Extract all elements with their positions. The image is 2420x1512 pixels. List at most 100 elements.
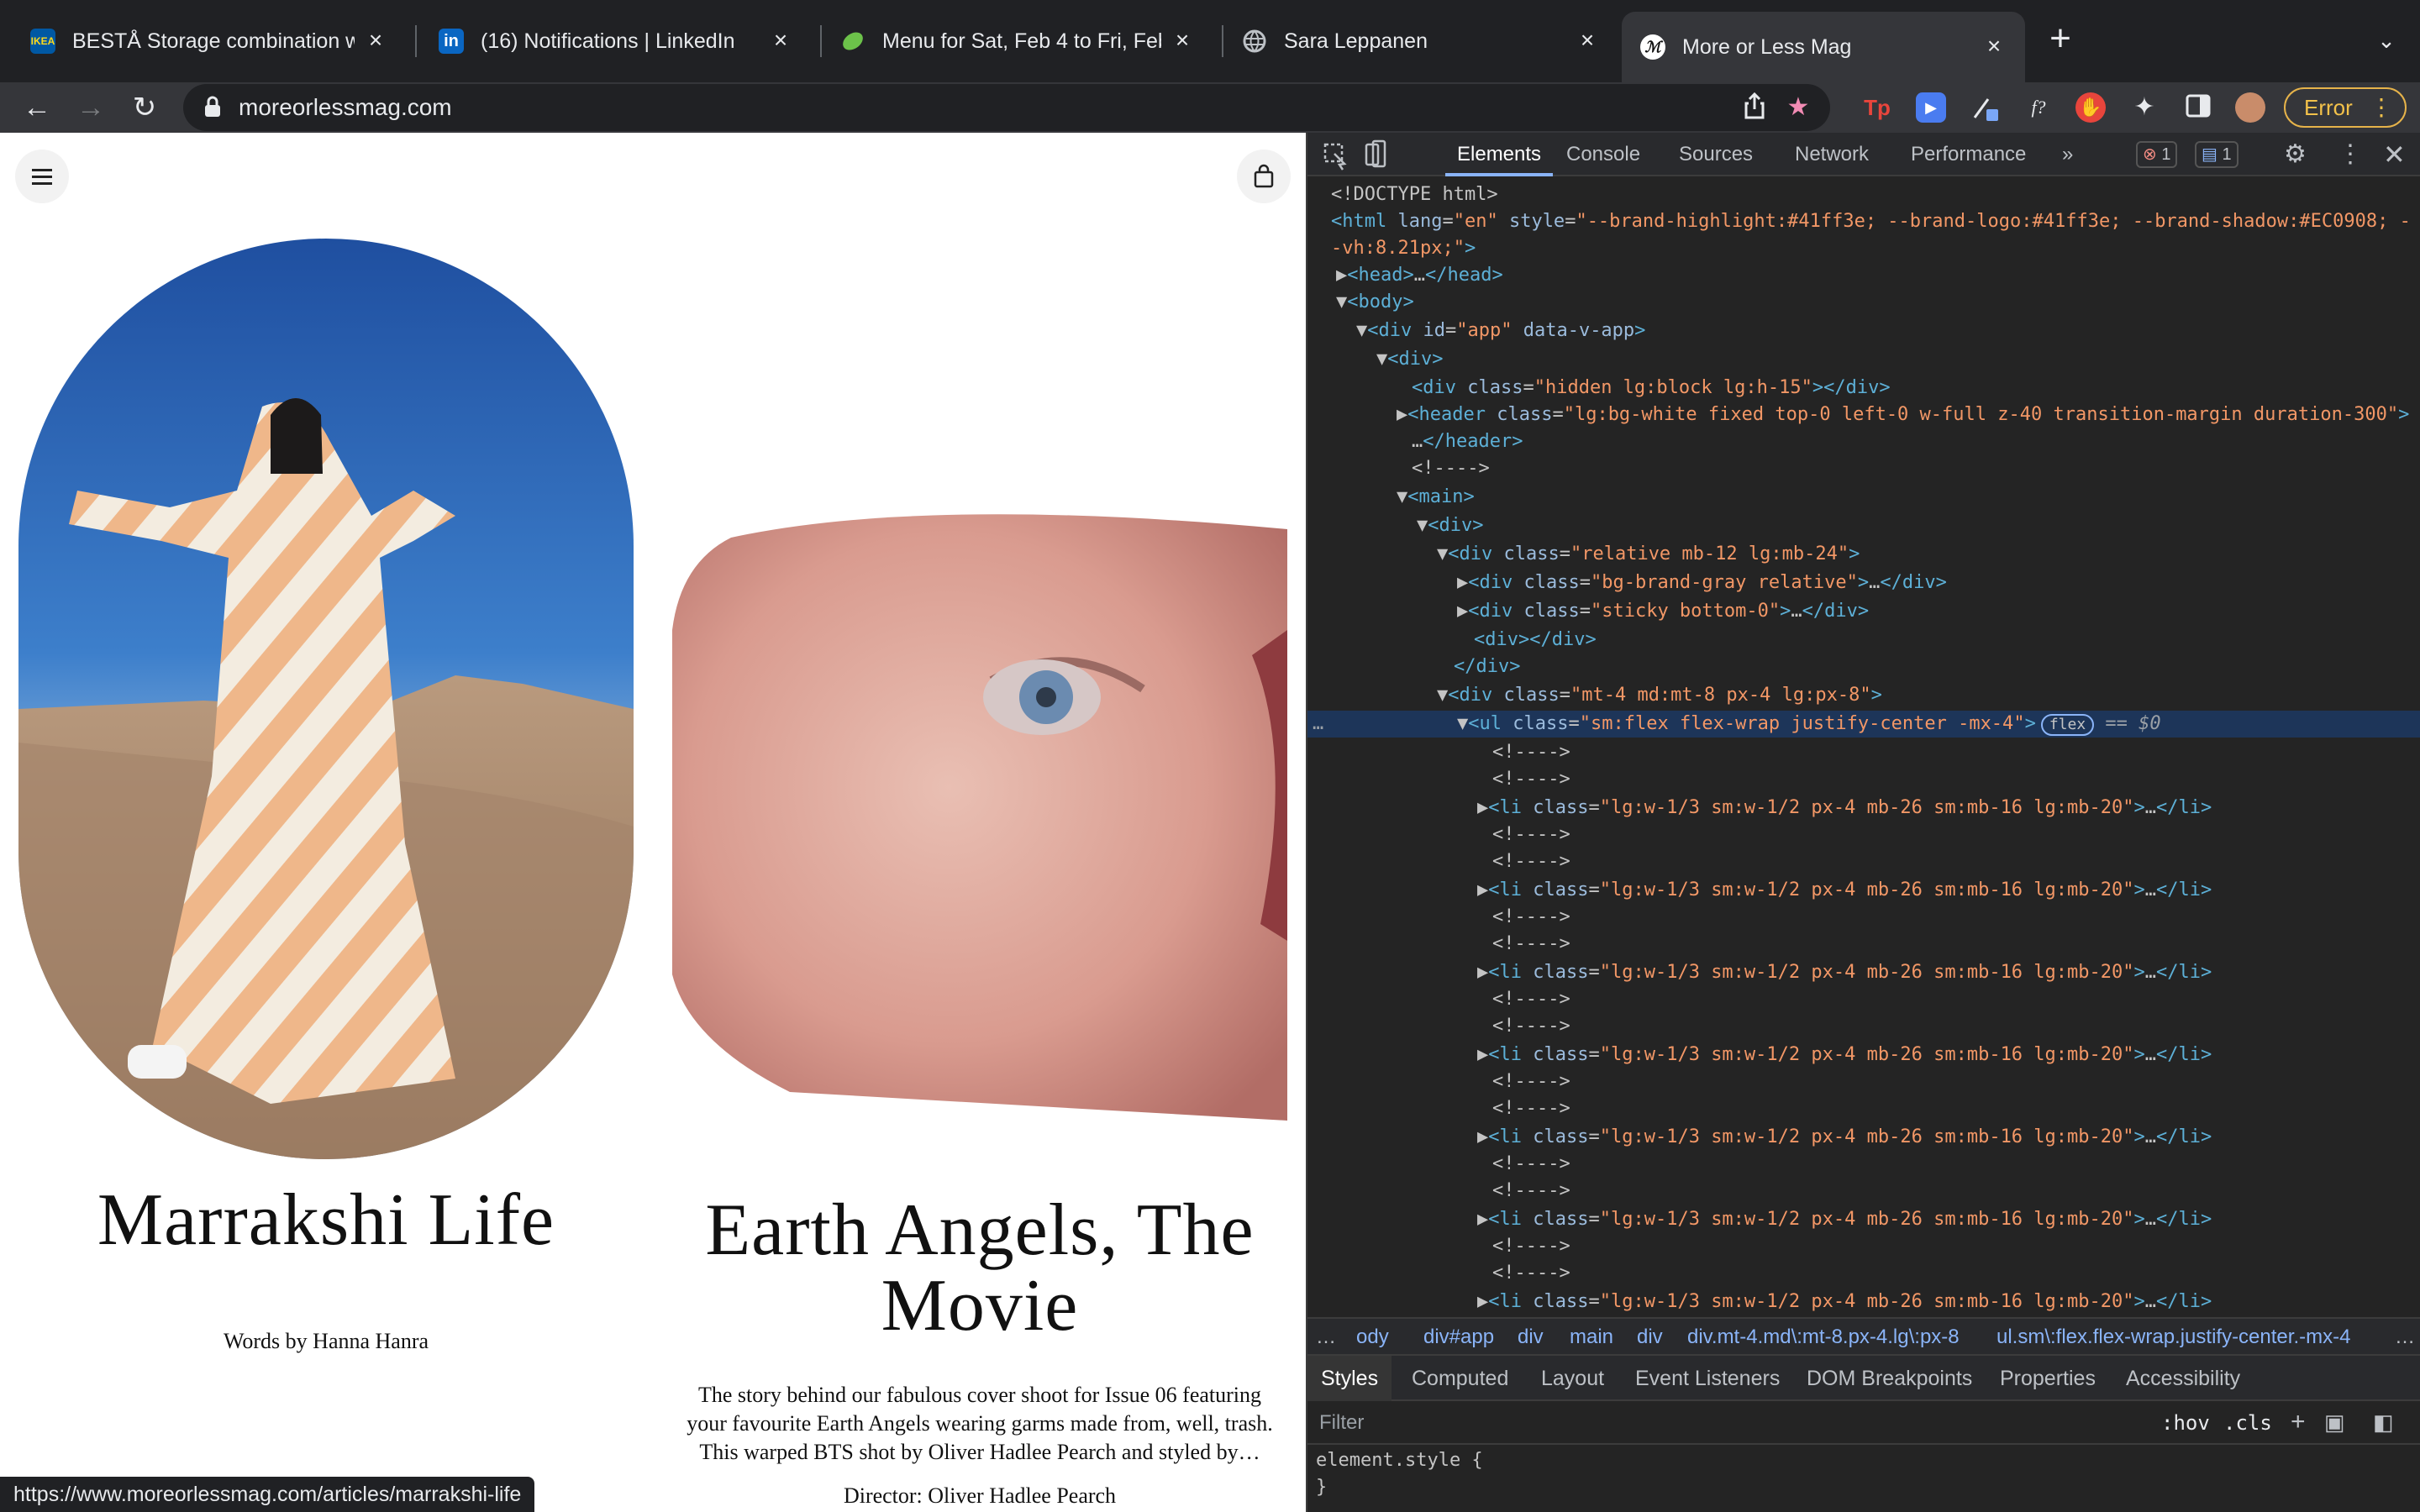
dom-tree[interactable]: <!DOCTYPE html> <html lang="en" style="-… [1307,178,2420,1317]
more-tabs-icon[interactable]: » [2062,133,2073,176]
tp-extension-icon[interactable]: Tp [1862,92,1892,123]
settings-gear-icon[interactable]: ⚙ [2284,133,2307,176]
browser-tab-ikea[interactable]: IKEA BESTÅ Storage combination wi × [12,12,407,71]
tab-elements[interactable]: Elements [1445,133,1554,176]
more-vert-icon[interactable]: ⋮ [2338,133,2363,176]
error-count-badge[interactable]: ⊗ 1 [2136,141,2178,168]
tab-dom-breakpoints[interactable]: DOM Breakpoints [1807,1356,1972,1401]
breadcrumb-item[interactable]: ody [1356,1326,1389,1349]
styles-filter-input[interactable]: Filter [1319,1411,1364,1435]
side-panel-icon[interactable] [2183,92,2213,123]
dom-comment[interactable]: <!----> [1307,1151,2420,1178]
add-style-rule-icon[interactable]: + [2291,1408,2306,1436]
puzzle-extensions-icon[interactable]: ✦ [2129,92,2160,123]
message-count-badge[interactable]: ▤ 1 [2195,141,2238,168]
forward-arrow-icon[interactable]: → [71,87,111,128]
dom-node[interactable]: ▼<div id="app" data-v-app> [1307,318,2420,344]
dom-comment[interactable]: <!----> [1307,1095,2420,1122]
browser-tab-sara[interactable]: Sara Leppanen × [1223,12,1618,71]
dom-comment[interactable]: <!----> [1307,1178,2420,1205]
breadcrumb-item[interactable]: div [1518,1326,1544,1349]
tab-computed[interactable]: Computed [1412,1356,1508,1401]
breadcrumb-item[interactable]: div#app [1423,1326,1494,1349]
browser-tab-linkedin[interactable]: in (16) Notifications | LinkedIn × [420,12,812,71]
breadcrumb-overflow-icon[interactable]: … [1316,1326,1336,1349]
dom-node[interactable]: ▼<div> [1307,346,2420,373]
share-icon[interactable] [1739,92,1770,123]
tab-search-chevron-icon[interactable]: ⌄ [2370,22,2403,59]
breadcrumb-more-icon[interactable]: … [2395,1326,2415,1349]
reload-icon[interactable]: ↻ [124,87,165,128]
dom-comment[interactable]: <!----> [1307,1068,2420,1095]
dom-node-li[interactable]: ▶<li class="lg:w-1/3 sm:w-1/2 px-4 mb-26… [1307,1289,2420,1315]
color-picker-extension-icon[interactable] [1970,92,2000,123]
url-text[interactable]: moreorlessmag.com [239,94,452,121]
toggle-sidebar-icon[interactable]: ◧ [2373,1410,2394,1436]
lock-icon[interactable] [203,96,222,118]
dom-comment[interactable]: <!----> [1307,931,2420,958]
dom-node[interactable]: ▶<div class="sticky bottom-0">…</div> [1307,598,2420,625]
inspect-element-icon[interactable] [1323,133,1348,176]
hamburger-menu-button[interactable] [15,150,69,203]
breadcrumb-item[interactable]: div [1637,1326,1663,1349]
dom-node-li[interactable]: ▶<li class="lg:w-1/3 sm:w-1/2 px-4 mb-26… [1307,795,2420,822]
dom-node-li[interactable]: ▶<li class="lg:w-1/3 sm:w-1/2 px-4 mb-26… [1307,877,2420,904]
dom-node[interactable]: ▶<header class="lg:bg-white fixed top-0 … [1307,402,2420,428]
dom-node[interactable]: <html lang="en" style="--brand-highlight… [1307,208,2420,235]
more-vert-icon[interactable]: ⋮ [2370,89,2393,126]
dom-node[interactable]: <div class="hidden lg:block lg:h-15"></d… [1307,375,2420,402]
tab-layout[interactable]: Layout [1541,1356,1604,1401]
breadcrumb-item-selected[interactable]: ul.sm\:flex.flex-wrap.justify-center.-mx… [1996,1326,2350,1349]
tab-accessibility[interactable]: Accessibility [2126,1356,2240,1401]
bookmark-star-icon[interactable]: ★ [1783,92,1813,123]
dom-comment[interactable]: <!----> [1307,739,2420,766]
cls-toggle[interactable]: .cls [2223,1411,2272,1435]
dom-comment[interactable]: <!----> [1307,822,2420,848]
dom-node-selected[interactable]: … ▼<ul class="sm:flex flex-wrap justify-c… [1307,711,2420,738]
close-icon[interactable]: × [1170,29,1195,54]
shopping-bag-button[interactable] [1237,150,1291,203]
tab-network[interactable]: Network [1795,133,1869,176]
adblock-extension-icon[interactable]: ✋ [2075,92,2106,123]
dom-node[interactable]: ▼<div class="mt-4 md:mt-8 px-4 lg:px-8"> [1307,682,2420,709]
close-icon[interactable]: × [768,29,793,54]
dom-comment[interactable]: <!----> [1307,986,2420,1013]
dom-comment[interactable]: <!----> [1307,1260,2420,1287]
dom-node[interactable]: </div> [1307,654,2420,680]
paint-brush-icon[interactable]: ▣ [2324,1410,2345,1436]
tab-properties[interactable]: Properties [2000,1356,2096,1401]
close-icon[interactable]: × [1575,29,1600,54]
dom-node[interactable]: <!DOCTYPE html> [1307,181,2420,208]
dom-comment[interactable]: <!----> [1307,1233,2420,1260]
dom-node[interactable]: ▶<head>…</head> [1307,262,2420,289]
dom-node[interactable]: …</header> [1307,428,2420,455]
dom-node-li[interactable]: ▶<li class="lg:w-1/3 sm:w-1/2 px-4 mb-26… [1307,1124,2420,1151]
new-tab-button[interactable]: + [2042,20,2079,59]
dom-comment[interactable]: <!----> [1307,455,2420,482]
flex-badge[interactable]: flex [2040,714,2095,736]
tab-performance[interactable]: Performance [1911,133,2026,176]
tab-sources[interactable]: Sources [1679,133,1753,176]
dom-node[interactable]: ▼<body> [1307,289,2420,316]
dom-node[interactable]: ▼<div> [1307,512,2420,539]
zoom-extension-icon[interactable]: ▶ [1916,92,1946,123]
article-title[interactable]: Marrakshi Life [18,1183,634,1258]
article-image-earth-angels[interactable] [672,504,1287,1121]
browser-tab-menu[interactable]: Menu for Sat, Feb 4 to Fri, Feb × [822,12,1213,71]
address-bar[interactable]: moreorlessmag.com ★ [183,84,1830,131]
tab-console[interactable]: Console [1566,133,1640,176]
dom-comment[interactable]: <!----> [1307,848,2420,875]
dom-comment[interactable]: <!----> [1307,766,2420,793]
profile-avatar[interactable] [2235,92,2265,123]
close-icon[interactable]: × [1981,34,2007,60]
close-devtools-icon[interactable]: ✕ [2383,133,2406,176]
dom-node[interactable]: <div></div> [1307,627,2420,654]
breadcrumb-item[interactable]: main [1570,1326,1613,1349]
browser-tab-moreorless[interactable]: ℳ More or Less Mag × [1622,12,2025,82]
element-style-rule[interactable]: element.style { [1316,1450,1483,1471]
tab-event-listeners[interactable]: Event Listeners [1635,1356,1780,1401]
dom-node[interactable]: ▼<div class="relative mb-12 lg:mb-24"> [1307,541,2420,568]
dom-node[interactable]: ▶<div class="bg-brand-gray relative">…</… [1307,570,2420,596]
fonts-extension-icon[interactable]: f? [2023,92,2054,123]
back-arrow-icon[interactable]: ← [17,87,57,128]
